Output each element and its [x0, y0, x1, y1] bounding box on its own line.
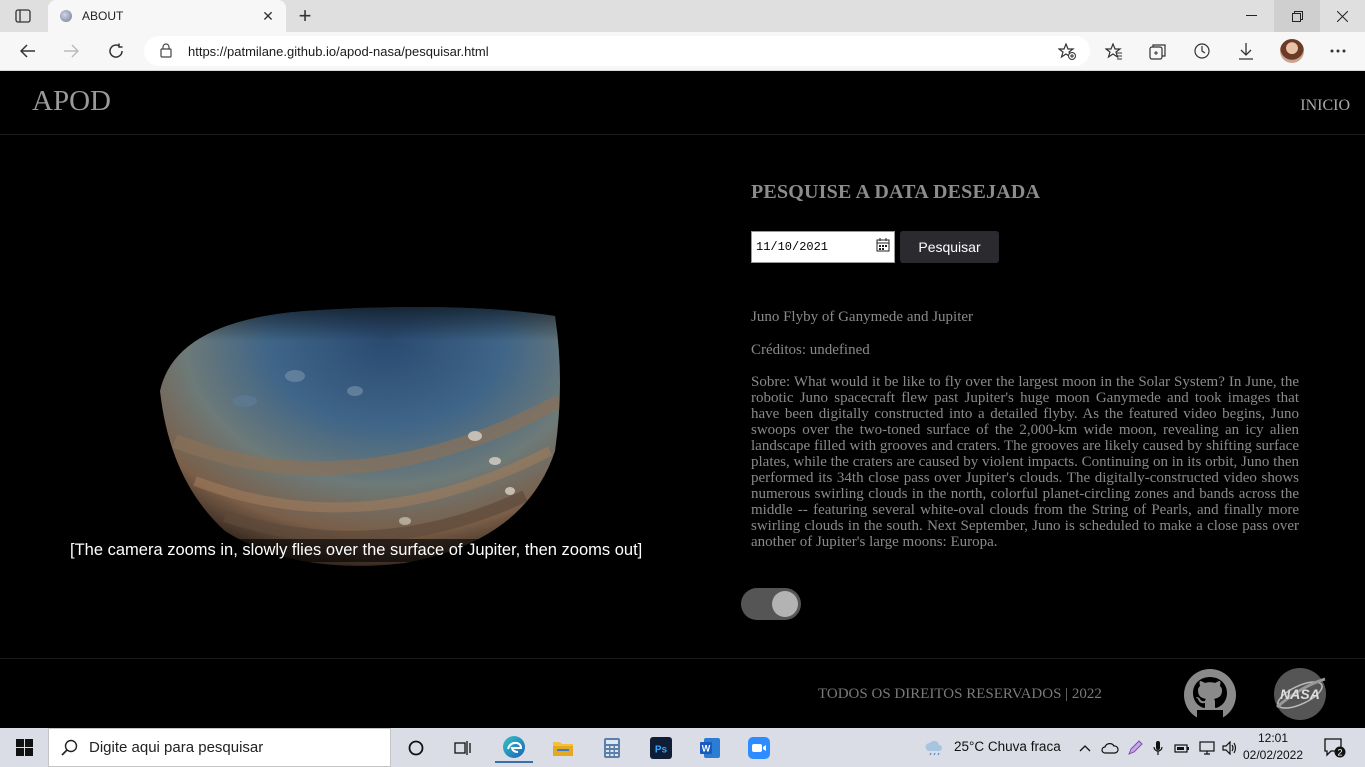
web-page: APOD INICIO [The camera zooms in, slowly…: [0, 71, 1365, 728]
search-icon: [61, 739, 79, 761]
clock-date: 02/02/2022: [1242, 748, 1304, 762]
search-heading: PESQUISE A DATA DESEJADA: [751, 181, 1041, 203]
taskbar-search[interactable]: Digite aqui para pesquisar: [48, 728, 391, 767]
nasa-logo[interactable]: NASA: [1273, 667, 1327, 721]
windows-icon[interactable]: [0, 728, 48, 767]
browser-tab-bar: ABOUT ✕ +: [0, 0, 1365, 32]
download-icon[interactable]: [1231, 36, 1261, 66]
video-player[interactable]: [The camera zooms in, slowly flies over …: [60, 281, 650, 581]
date-value: 11/10/2021: [756, 240, 829, 254]
notification-count: 2: [1337, 747, 1342, 757]
onedrive-icon[interactable]: [1096, 732, 1124, 763]
svg-text:Ps: Ps: [655, 744, 668, 755]
clock-time: 12:01: [1257, 731, 1289, 745]
restore-icon[interactable]: [1274, 0, 1320, 32]
minimize-icon[interactable]: [1228, 0, 1274, 32]
zoom-icon[interactable]: [740, 732, 778, 763]
microphone-icon[interactable]: [1145, 732, 1171, 763]
date-input[interactable]: 11/10/2021: [751, 231, 895, 263]
address-bar[interactable]: https://patmilane.github.io/apod-nasa/pe…: [144, 36, 1090, 66]
calendar-icon[interactable]: [876, 238, 890, 256]
windows-taskbar: Digite aqui para pesquisar Ps W 25°C Chu…: [0, 728, 1365, 767]
copyright-text: TODOS OS DIREITOS RESERVADOS | 2022: [818, 686, 1102, 702]
add-favorite-icon[interactable]: [1052, 36, 1082, 66]
back-icon[interactable]: [13, 36, 43, 66]
tab-actions-icon[interactable]: [8, 6, 38, 26]
nav-link-inicio[interactable]: INICIO: [1300, 97, 1350, 115]
profile-avatar[interactable]: [1280, 39, 1304, 63]
battery-icon[interactable]: [1169, 732, 1195, 763]
window-close-icon[interactable]: [1319, 0, 1365, 32]
search-row: 11/10/2021 Pesquisar: [751, 231, 1299, 263]
system-clock[interactable]: 12:01 02/02/2022: [1242, 730, 1304, 764]
notification-icon[interactable]: 2: [1318, 732, 1352, 763]
svg-text:W: W: [702, 743, 711, 753]
site-footer: TODOS OS DIREITOS RESERVADOS | 2022 NASA: [0, 658, 1365, 728]
browser-toolbar: https://patmilane.github.io/apod-nasa/pe…: [0, 32, 1365, 71]
volume-icon[interactable]: [1217, 732, 1243, 763]
browser-tab[interactable]: ABOUT ✕: [48, 0, 286, 32]
search-placeholder: Digite aqui para pesquisar: [89, 739, 264, 756]
apod-credits: Créditos: undefined: [751, 342, 870, 358]
plus-icon[interactable]: +: [292, 3, 318, 28]
url-text: https://patmilane.github.io/apod-nasa/pe…: [188, 43, 489, 59]
tab-favicon: [60, 10, 72, 22]
site-logo[interactable]: APOD: [32, 85, 111, 118]
cortana-icon[interactable]: [397, 732, 435, 763]
task-view-icon[interactable]: [444, 732, 482, 763]
forward-icon[interactable]: [56, 36, 86, 66]
search-panel: PESQUISE A DATA DESEJADA 11/10/2021 Pesq…: [751, 181, 1299, 550]
toggle-knob: [772, 591, 798, 617]
favorites-icon[interactable]: [1099, 36, 1129, 66]
video-caption: [The camera zooms in, slowly flies over …: [70, 539, 643, 562]
search-button[interactable]: Pesquisar: [900, 231, 999, 263]
tab-title: ABOUT: [82, 9, 124, 23]
apod-description: Sobre: What would it be like to fly over…: [751, 374, 1299, 550]
calculator-icon[interactable]: [593, 732, 631, 763]
theme-toggle[interactable]: [741, 588, 801, 620]
github-icon[interactable]: [1183, 668, 1237, 722]
refresh-icon[interactable]: [101, 36, 131, 66]
more-icon[interactable]: [1323, 36, 1353, 66]
apod-title: Juno Flyby of Ganymede and Jupiter: [751, 309, 974, 325]
weather-icon[interactable]: [915, 732, 953, 763]
edge-icon[interactable]: [495, 732, 533, 763]
lock-icon[interactable]: [160, 43, 172, 61]
site-header: APOD INICIO: [0, 71, 1365, 135]
file-explorer-icon[interactable]: [544, 732, 582, 763]
word-icon[interactable]: W: [691, 732, 729, 763]
close-icon[interactable]: ✕: [258, 6, 278, 26]
jupiter-video-frame: [155, 281, 575, 581]
weather-text[interactable]: 25°C Chuva fraca: [954, 739, 1061, 754]
history-icon[interactable]: [1187, 36, 1217, 66]
photoshop-icon[interactable]: Ps: [642, 732, 680, 763]
collections-icon[interactable]: [1143, 36, 1173, 66]
nasa-logo-text: NASA: [1280, 686, 1320, 702]
